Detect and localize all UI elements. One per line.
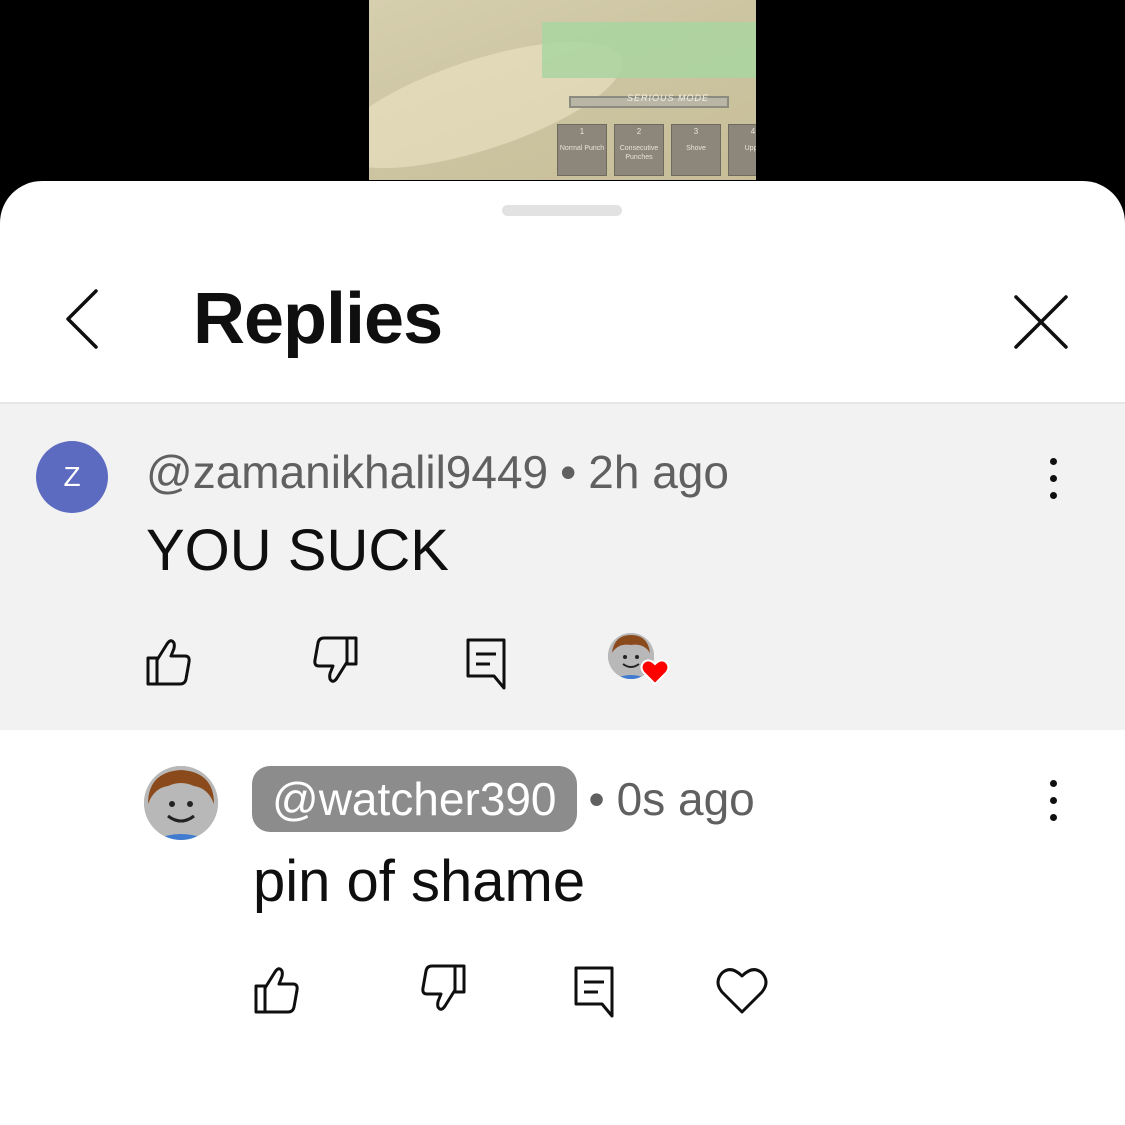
- drag-handle[interactable]: [502, 205, 622, 216]
- dot: [1049, 813, 1057, 821]
- video-slot: 3 Shove: [671, 124, 721, 176]
- meta-separator: •: [588, 773, 605, 825]
- more-options-button[interactable]: [1038, 448, 1068, 508]
- comment-text: pin of shame: [253, 849, 586, 914]
- author-chip[interactable]: @watcher390: [252, 766, 577, 832]
- video-slot: 4Uppe: [728, 124, 756, 176]
- like-button[interactable]: [248, 962, 304, 1018]
- heart-button[interactable]: [714, 962, 770, 1018]
- page-title: Replies: [193, 279, 443, 359]
- dot: [1049, 491, 1057, 499]
- video-frame-banner: [542, 22, 756, 78]
- dot: [1049, 457, 1057, 465]
- meta-separator: •: [560, 446, 577, 498]
- close-icon: [1014, 295, 1068, 349]
- reply-comment: @watcher390 • 0s ago pin of shame: [0, 730, 1125, 1125]
- thumbs-down-icon: [421, 964, 466, 1011]
- back-button[interactable]: [56, 285, 112, 349]
- dot: [1049, 779, 1057, 787]
- parent-comment: Z @zamanikhalil9449 • 2h ago YOU SUCK: [0, 404, 1125, 730]
- comment-meta: @watcher390 • 0s ago: [252, 766, 755, 832]
- heart-outline-icon: [716, 968, 768, 1014]
- heart-icon: [640, 659, 670, 686]
- comment-author[interactable]: @zamanikhalil9449: [146, 446, 548, 498]
- video-frame: SERIOUS MODE 1 Normal Punch 2 Consecutive …: [369, 0, 756, 180]
- close-button[interactable]: [1008, 289, 1072, 353]
- video-slot: 2 Consecutive Punches: [614, 124, 664, 176]
- dot: [1049, 796, 1057, 804]
- thumbs-up-icon: [254, 967, 299, 1014]
- video-mode-label: SERIOUS MODE: [627, 93, 710, 103]
- comment-time: 2h ago: [588, 446, 729, 498]
- dot: [1049, 474, 1057, 482]
- chevron-left-icon: [66, 289, 98, 349]
- like-button[interactable]: [140, 634, 196, 690]
- thumbs-up-icon: [146, 639, 191, 686]
- comment-time: 0s ago: [616, 773, 755, 825]
- replies-sheet: Replies Z @zamanikhalil9449 • 2h ago YOU S…: [0, 181, 1125, 1125]
- comment-icon: [466, 638, 506, 690]
- avatar[interactable]: [144, 766, 218, 840]
- video-player[interactable]: SERIOUS MODE 1 Normal Punch 2 Consecutive …: [0, 0, 1125, 200]
- more-options-button[interactable]: [1038, 770, 1068, 830]
- dislike-button[interactable]: [416, 960, 472, 1016]
- comment-text: YOU SUCK: [146, 518, 449, 583]
- reply-button[interactable]: [460, 634, 516, 690]
- avatar[interactable]: Z: [36, 441, 108, 513]
- comment-icon: [574, 966, 614, 1018]
- comment-meta: @zamanikhalil9449 • 2h ago: [146, 444, 729, 500]
- reply-button[interactable]: [568, 962, 624, 1018]
- video-slot: 1 Normal Punch: [557, 124, 607, 176]
- thumbs-down-icon: [313, 636, 358, 683]
- creator-heart-badge[interactable]: [608, 633, 672, 689]
- dislike-button[interactable]: [308, 632, 364, 688]
